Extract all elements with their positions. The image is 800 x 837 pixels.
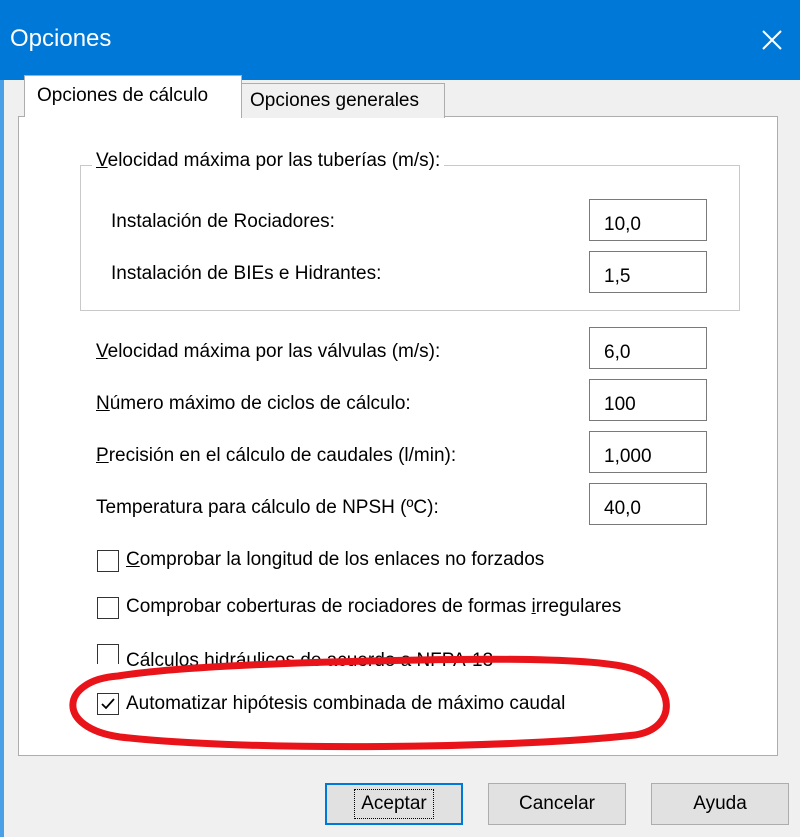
flow-precision-input[interactable] bbox=[589, 431, 707, 473]
window-title: Opciones bbox=[10, 25, 112, 52]
auto-max-flow-checkbox[interactable] bbox=[97, 693, 119, 715]
valve-velocity-input[interactable] bbox=[589, 327, 707, 369]
check-coverage-label[interactable]: Comprobar coberturas de rociadores de fo… bbox=[126, 596, 621, 618]
help-button[interactable]: Ayuda bbox=[651, 783, 789, 825]
nfpa-label-clip: Cálculos hidráulicos de acuerdo a NFPA-1… bbox=[122, 648, 552, 670]
tab-opciones-generales[interactable]: Opciones generales bbox=[241, 83, 445, 118]
flow-precision-label: Precisión en el cálculo de caudales (l/m… bbox=[96, 445, 457, 466]
accept-button[interactable]: Aceptar bbox=[325, 783, 463, 825]
window-border bbox=[0, 80, 4, 837]
tab-opciones-calculo[interactable]: Opciones de cálculo bbox=[24, 75, 242, 117]
close-button[interactable] bbox=[744, 12, 800, 68]
bie-velocity-input[interactable] bbox=[589, 251, 707, 293]
cancel-button[interactable]: Cancelar bbox=[488, 783, 626, 825]
nfpa-checkbox[interactable] bbox=[97, 644, 119, 664]
max-cycles-input[interactable] bbox=[589, 379, 707, 421]
check-coverage-checkbox[interactable] bbox=[97, 597, 119, 619]
sprinkler-velocity-input[interactable] bbox=[589, 199, 707, 241]
npsh-temp-input[interactable] bbox=[589, 483, 707, 525]
max-cycles-label: Número máximo de ciclos de cálculo: bbox=[96, 393, 411, 414]
pipe-velocity-legend: Velocidad máxima por las tuberías (m/s): bbox=[92, 150, 445, 172]
title-bar: Opciones bbox=[0, 0, 800, 80]
checkmark-icon bbox=[101, 698, 115, 710]
valve-velocity-label: Velocidad máxima por las válvulas (m/s): bbox=[96, 341, 441, 362]
auto-max-flow-label[interactable]: Automatizar hipótesis combinada de máxim… bbox=[126, 693, 565, 715]
npsh-temp-label: Temperatura para cálculo de NPSH (ºC): bbox=[96, 497, 439, 518]
check-links-checkbox[interactable] bbox=[97, 550, 119, 572]
check-links-label[interactable]: Comprobar la longitud de los enlaces no … bbox=[126, 549, 544, 571]
nfpa-label[interactable]: Cálculos hidráulicos de acuerdo a NFPA-1… bbox=[126, 650, 493, 670]
pipe-velocity-legend-rest: elocidad máxima por las tuberías (m/s): bbox=[107, 150, 441, 171]
sprinkler-label: Instalación de Rociadores: bbox=[111, 211, 335, 232]
bie-label: Instalación de BIEs e Hidrantes: bbox=[111, 263, 382, 284]
close-icon bbox=[762, 30, 782, 50]
